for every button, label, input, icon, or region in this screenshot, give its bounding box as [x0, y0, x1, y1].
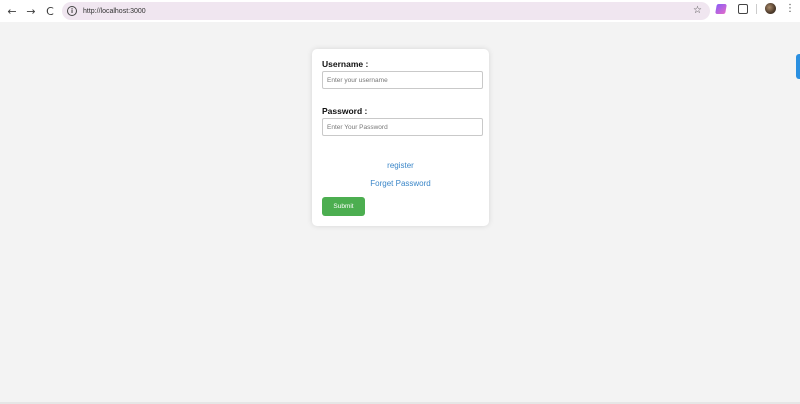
username-input[interactable] [322, 71, 483, 89]
forget-password-link[interactable]: Forget Password [312, 179, 489, 188]
toolbar-divider [756, 3, 757, 14]
bookmark-star-icon[interactable]: ☆ [693, 5, 702, 16]
profile-avatar[interactable] [765, 3, 776, 14]
password-label: Password : [322, 106, 368, 116]
extensions-area: ⋮ [715, 3, 795, 14]
reload-icon[interactable]: C [42, 3, 58, 19]
back-arrow-icon[interactable]: ← [4, 3, 20, 19]
kebab-menu-icon[interactable]: ⋮ [785, 3, 795, 14]
browser-toolbar: ← → C i http://localhost:3000 ☆ ⋮ [0, 0, 800, 22]
puzzle-extensions-icon[interactable] [738, 3, 748, 14]
submit-button[interactable]: Submit [322, 197, 365, 216]
register-link[interactable]: register [312, 161, 489, 170]
site-info-icon[interactable]: i [67, 6, 77, 16]
extension-icon[interactable] [715, 3, 727, 14]
forward-arrow-icon[interactable]: → [23, 3, 39, 19]
url-text[interactable]: http://localhost:3000 [83, 8, 146, 15]
side-panel-tab[interactable] [796, 54, 800, 79]
username-label: Username : [322, 59, 369, 69]
login-card: Username : Password : register Forget Pa… [312, 49, 489, 226]
password-input[interactable] [322, 118, 483, 136]
address-bar[interactable]: i http://localhost:3000 ☆ [62, 2, 710, 20]
